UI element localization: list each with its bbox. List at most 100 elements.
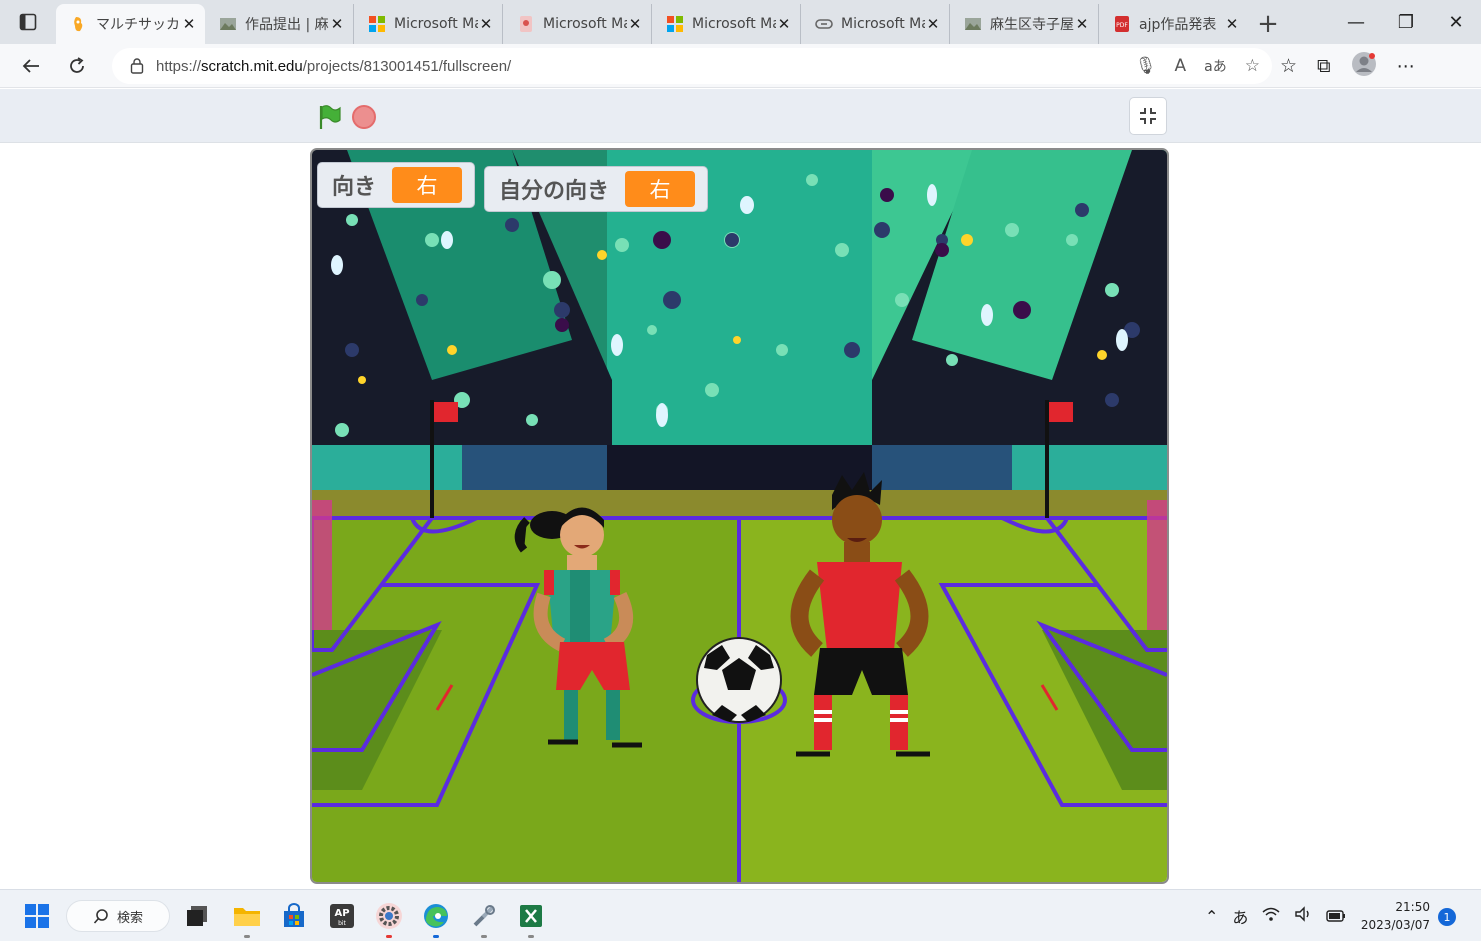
site-icon: [964, 15, 982, 33]
tab-microsoft-4[interactable]: Microsoft Ma ✕: [801, 4, 950, 44]
profile-avatar[interactable]: [1351, 51, 1377, 81]
monitor-value: 右: [625, 171, 696, 207]
tab-ajp-pdf[interactable]: PDF ajp作品発表 ✕: [1099, 4, 1248, 44]
tab-terakoya[interactable]: 麻生区寺子屋 ✕: [950, 4, 1099, 44]
site-icon: [219, 15, 237, 33]
close-tab-icon[interactable]: ✕: [181, 15, 197, 33]
tab-submission[interactable]: 作品提出 | 麻 ✕: [205, 4, 354, 44]
exit-fullscreen-button[interactable]: [1129, 97, 1167, 135]
battery-icon[interactable]: [1326, 907, 1346, 926]
tab-scratch[interactable]: マルチサッカーゲ ✕: [56, 4, 205, 44]
close-tab-icon[interactable]: ✕: [329, 15, 345, 33]
settings-icon: [376, 903, 402, 929]
close-tab-icon[interactable]: ✕: [1224, 15, 1240, 33]
reload-icon: [70, 56, 84, 73]
monitor-label: 自分の向き: [499, 179, 610, 204]
chevron-up-icon[interactable]: ⌃: [1205, 907, 1218, 926]
tab-title: Microsoft Ma: [543, 16, 627, 32]
toolbar-right-icons: ☆ ⧉ ⋯: [1280, 44, 1415, 88]
monitor-label: 向き: [332, 175, 377, 200]
soccer-stadium-backdrop: [312, 150, 1167, 882]
project-stage[interactable]: 向き 右 自分の向き 右: [310, 148, 1169, 884]
lock-icon: [130, 58, 144, 74]
pdf-icon: PDF: [1113, 15, 1131, 33]
ap-app-icon: APbit: [330, 904, 354, 928]
tab-title: 作品提出 | 麻: [245, 17, 329, 33]
settings-button[interactable]: [374, 901, 404, 938]
clock-time: 21:50: [1395, 900, 1430, 914]
url-text[interactable]: https://scratch.mit.edu/projects/8130014…: [156, 58, 511, 75]
tab-microsoft-1[interactable]: Microsoft Ma ✕: [354, 4, 503, 44]
add-favorite-icon[interactable]: ☆: [1245, 56, 1260, 76]
tools-icon: [473, 905, 495, 927]
soccer-ball-sprite: [696, 637, 782, 723]
file-explorer-icon: [234, 908, 260, 926]
taskbar-search[interactable]: 検索: [66, 900, 170, 932]
address-bar-icons: 🎙 A aあ ☆: [1135, 56, 1260, 76]
tab-microsoft-3[interactable]: Microsoft Ma ✕: [652, 4, 801, 44]
back-arrow-icon: [22, 58, 39, 73]
wifi-icon[interactable]: [1262, 906, 1280, 926]
taskbar-clock[interactable]: 21:50 2023/03/07: [1360, 898, 1430, 934]
scratch-icon: [70, 15, 88, 33]
volume-icon[interactable]: [1294, 906, 1312, 926]
edge-icon: [424, 904, 448, 928]
edge-button[interactable]: [421, 901, 451, 938]
close-tab-icon[interactable]: ✕: [776, 15, 792, 33]
microphone-icon[interactable]: 🎙: [1135, 56, 1157, 76]
minimize-icon[interactable]: —: [1331, 0, 1381, 44]
link-icon: [815, 15, 833, 33]
reload-button[interactable]: [54, 44, 100, 88]
collections-icon[interactable]: ⧉: [1317, 55, 1331, 77]
task-view-icon: [187, 906, 207, 926]
svg-text:bit: bit: [338, 920, 346, 927]
tab-actions-button[interactable]: [0, 0, 56, 44]
stop-button[interactable]: [352, 105, 376, 129]
tab-title: Microsoft Ma: [692, 16, 776, 32]
tab-title: マルチサッカーゲ: [96, 17, 181, 33]
svg-text:PDF: PDF: [1116, 22, 1128, 29]
close-tab-icon[interactable]: ✕: [478, 15, 494, 33]
file-explorer-button[interactable]: [232, 901, 262, 938]
plus-icon: +: [1257, 9, 1279, 39]
read-aloud-icon[interactable]: A: [1175, 56, 1187, 76]
green-flag-icon: [319, 105, 341, 129]
url-domain: scratch.mit.edu: [201, 57, 303, 75]
tab-title: Microsoft Ma: [394, 16, 478, 32]
close-tab-icon[interactable]: ✕: [1074, 15, 1090, 33]
tab-title: 麻生区寺子屋: [990, 17, 1074, 33]
more-options-icon[interactable]: ⋯: [1397, 56, 1415, 77]
excel-button[interactable]: [516, 901, 546, 938]
system-tray: ⌃ あ: [1205, 890, 1346, 942]
scratch-player-header: [0, 89, 1481, 143]
direction-monitor[interactable]: 向き 右: [317, 162, 476, 208]
restore-icon[interactable]: ❐: [1381, 0, 1431, 44]
window-controls: — ❐ ✕: [1331, 0, 1481, 44]
notification-badge[interactable]: 1: [1438, 908, 1456, 926]
store-icon: [284, 903, 304, 927]
ap-app-button[interactable]: AP bit: [327, 901, 357, 931]
ime-indicator[interactable]: あ: [1232, 904, 1248, 928]
close-tab-icon[interactable]: ✕: [925, 15, 941, 33]
new-tab-button[interactable]: +: [1248, 4, 1288, 44]
favorites-icon[interactable]: ☆: [1280, 55, 1297, 77]
green-flag-button[interactable]: [316, 103, 344, 131]
translate-icon[interactable]: aあ: [1204, 56, 1227, 76]
url-path: /projects/813001451/fullscreen/: [302, 57, 512, 75]
tab-title: ajp作品発表: [1139, 17, 1217, 33]
search-label: 検索: [117, 910, 144, 926]
svg-text:AP: AP: [334, 908, 349, 919]
start-icon: [25, 904, 49, 928]
tools-button[interactable]: [469, 901, 499, 938]
store-button[interactable]: [279, 901, 309, 931]
address-bar[interactable]: https://scratch.mit.edu/projects/8130014…: [112, 48, 1272, 84]
microsoft-icon: [666, 15, 684, 33]
close-tab-icon[interactable]: ✕: [627, 15, 643, 33]
close-window-icon[interactable]: ✕: [1431, 0, 1481, 44]
own-direction-monitor[interactable]: 自分の向き 右: [484, 166, 709, 212]
start-button[interactable]: [22, 901, 52, 931]
browser-toolbar: https://scratch.mit.edu/projects/8130014…: [0, 44, 1481, 88]
task-view-button[interactable]: [182, 901, 212, 931]
tab-microsoft-2[interactable]: Microsoft Ma ✕: [503, 4, 652, 44]
back-button[interactable]: [8, 44, 54, 88]
